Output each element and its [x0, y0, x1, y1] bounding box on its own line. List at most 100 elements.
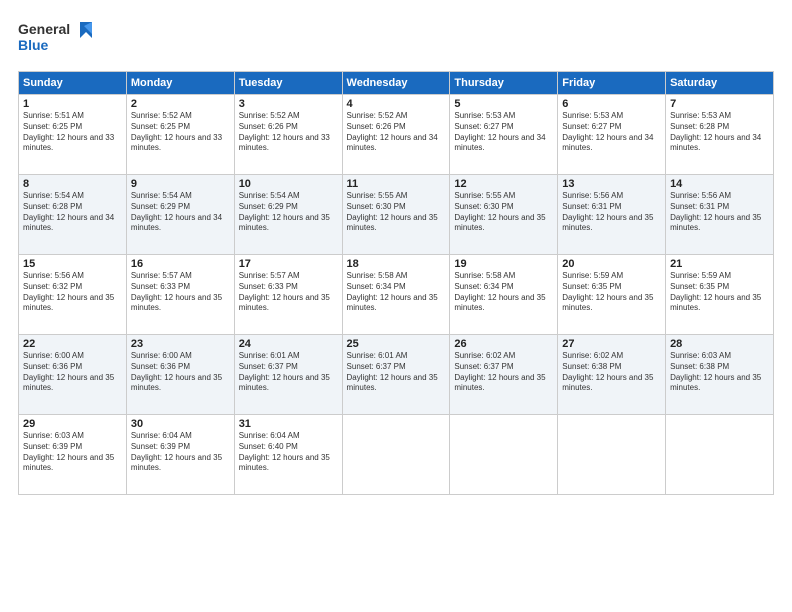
logo: General Blue	[18, 18, 108, 61]
day-cell: 20 Sunrise: 5:59 AM Sunset: 6:35 PM Dayl…	[558, 255, 666, 335]
cell-info: Sunrise: 6:02 AM Sunset: 6:37 PM Dayligh…	[454, 351, 553, 394]
day-cell	[558, 415, 666, 495]
day-number: 29	[23, 418, 122, 430]
cell-info: Sunrise: 5:52 AM Sunset: 6:26 PM Dayligh…	[347, 111, 446, 154]
day-number: 20	[562, 258, 661, 270]
day-number: 19	[454, 258, 553, 270]
day-number: 16	[131, 258, 230, 270]
svg-text:Blue: Blue	[18, 37, 49, 53]
day-cell: 23 Sunrise: 6:00 AM Sunset: 6:36 PM Dayl…	[126, 335, 234, 415]
day-cell: 30 Sunrise: 6:04 AM Sunset: 6:39 PM Dayl…	[126, 415, 234, 495]
svg-text:General: General	[18, 21, 70, 37]
cell-info: Sunrise: 5:58 AM Sunset: 6:34 PM Dayligh…	[347, 271, 446, 314]
cell-info: Sunrise: 5:57 AM Sunset: 6:33 PM Dayligh…	[239, 271, 338, 314]
day-cell: 22 Sunrise: 6:00 AM Sunset: 6:36 PM Dayl…	[19, 335, 127, 415]
day-cell: 27 Sunrise: 6:02 AM Sunset: 6:38 PM Dayl…	[558, 335, 666, 415]
header-cell-saturday: Saturday	[666, 72, 774, 95]
day-cell: 11 Sunrise: 5:55 AM Sunset: 6:30 PM Dayl…	[342, 175, 450, 255]
day-cell: 24 Sunrise: 6:01 AM Sunset: 6:37 PM Dayl…	[234, 335, 342, 415]
page-header: General Blue	[18, 18, 774, 61]
day-number: 1	[23, 98, 122, 110]
cell-info: Sunrise: 5:53 AM Sunset: 6:28 PM Dayligh…	[670, 111, 769, 154]
cell-info: Sunrise: 5:54 AM Sunset: 6:29 PM Dayligh…	[239, 191, 338, 234]
week-row-1: 1 Sunrise: 5:51 AM Sunset: 6:25 PM Dayli…	[19, 95, 774, 175]
cell-info: Sunrise: 5:55 AM Sunset: 6:30 PM Dayligh…	[347, 191, 446, 234]
day-number: 13	[562, 178, 661, 190]
cell-info: Sunrise: 5:56 AM Sunset: 6:31 PM Dayligh…	[670, 191, 769, 234]
day-number: 10	[239, 178, 338, 190]
day-cell: 17 Sunrise: 5:57 AM Sunset: 6:33 PM Dayl…	[234, 255, 342, 335]
day-number: 31	[239, 418, 338, 430]
cell-info: Sunrise: 6:01 AM Sunset: 6:37 PM Dayligh…	[239, 351, 338, 394]
cell-info: Sunrise: 6:00 AM Sunset: 6:36 PM Dayligh…	[131, 351, 230, 394]
week-row-3: 15 Sunrise: 5:56 AM Sunset: 6:32 PM Dayl…	[19, 255, 774, 335]
cell-info: Sunrise: 6:04 AM Sunset: 6:39 PM Dayligh…	[131, 431, 230, 474]
cell-info: Sunrise: 5:54 AM Sunset: 6:28 PM Dayligh…	[23, 191, 122, 234]
day-number: 15	[23, 258, 122, 270]
day-number: 5	[454, 98, 553, 110]
day-number: 30	[131, 418, 230, 430]
day-number: 24	[239, 338, 338, 350]
day-number: 26	[454, 338, 553, 350]
day-number: 14	[670, 178, 769, 190]
day-number: 6	[562, 98, 661, 110]
cell-info: Sunrise: 6:00 AM Sunset: 6:36 PM Dayligh…	[23, 351, 122, 394]
day-cell: 31 Sunrise: 6:04 AM Sunset: 6:40 PM Dayl…	[234, 415, 342, 495]
week-row-4: 22 Sunrise: 6:00 AM Sunset: 6:36 PM Dayl…	[19, 335, 774, 415]
cell-info: Sunrise: 6:04 AM Sunset: 6:40 PM Dayligh…	[239, 431, 338, 474]
cell-info: Sunrise: 6:02 AM Sunset: 6:38 PM Dayligh…	[562, 351, 661, 394]
calendar-header: SundayMondayTuesdayWednesdayThursdayFrid…	[19, 72, 774, 95]
day-number: 27	[562, 338, 661, 350]
logo-text: General Blue	[18, 18, 108, 61]
logo-svg: General Blue	[18, 18, 108, 56]
calendar-table: SundayMondayTuesdayWednesdayThursdayFrid…	[18, 71, 774, 495]
week-row-5: 29 Sunrise: 6:03 AM Sunset: 6:39 PM Dayl…	[19, 415, 774, 495]
day-number: 28	[670, 338, 769, 350]
day-cell: 26 Sunrise: 6:02 AM Sunset: 6:37 PM Dayl…	[450, 335, 558, 415]
cell-info: Sunrise: 5:52 AM Sunset: 6:26 PM Dayligh…	[239, 111, 338, 154]
cell-info: Sunrise: 6:01 AM Sunset: 6:37 PM Dayligh…	[347, 351, 446, 394]
day-cell: 2 Sunrise: 5:52 AM Sunset: 6:25 PM Dayli…	[126, 95, 234, 175]
header-cell-wednesday: Wednesday	[342, 72, 450, 95]
day-cell: 14 Sunrise: 5:56 AM Sunset: 6:31 PM Dayl…	[666, 175, 774, 255]
cell-info: Sunrise: 6:03 AM Sunset: 6:38 PM Dayligh…	[670, 351, 769, 394]
day-cell: 9 Sunrise: 5:54 AM Sunset: 6:29 PM Dayli…	[126, 175, 234, 255]
cell-info: Sunrise: 5:53 AM Sunset: 6:27 PM Dayligh…	[454, 111, 553, 154]
day-number: 7	[670, 98, 769, 110]
cell-info: Sunrise: 5:59 AM Sunset: 6:35 PM Dayligh…	[670, 271, 769, 314]
day-number: 9	[131, 178, 230, 190]
day-cell: 5 Sunrise: 5:53 AM Sunset: 6:27 PM Dayli…	[450, 95, 558, 175]
day-number: 25	[347, 338, 446, 350]
day-cell: 29 Sunrise: 6:03 AM Sunset: 6:39 PM Dayl…	[19, 415, 127, 495]
calendar-page: General Blue SundayMondayTuesdayWednesda…	[0, 0, 792, 612]
day-number: 8	[23, 178, 122, 190]
header-cell-sunday: Sunday	[19, 72, 127, 95]
calendar-body: 1 Sunrise: 5:51 AM Sunset: 6:25 PM Dayli…	[19, 95, 774, 495]
day-cell: 8 Sunrise: 5:54 AM Sunset: 6:28 PM Dayli…	[19, 175, 127, 255]
day-cell: 28 Sunrise: 6:03 AM Sunset: 6:38 PM Dayl…	[666, 335, 774, 415]
week-row-2: 8 Sunrise: 5:54 AM Sunset: 6:28 PM Dayli…	[19, 175, 774, 255]
cell-info: Sunrise: 5:57 AM Sunset: 6:33 PM Dayligh…	[131, 271, 230, 314]
day-cell	[666, 415, 774, 495]
day-number: 4	[347, 98, 446, 110]
header-row: SundayMondayTuesdayWednesdayThursdayFrid…	[19, 72, 774, 95]
day-cell: 3 Sunrise: 5:52 AM Sunset: 6:26 PM Dayli…	[234, 95, 342, 175]
cell-info: Sunrise: 5:53 AM Sunset: 6:27 PM Dayligh…	[562, 111, 661, 154]
day-cell: 19 Sunrise: 5:58 AM Sunset: 6:34 PM Dayl…	[450, 255, 558, 335]
cell-info: Sunrise: 5:59 AM Sunset: 6:35 PM Dayligh…	[562, 271, 661, 314]
header-cell-monday: Monday	[126, 72, 234, 95]
day-cell: 6 Sunrise: 5:53 AM Sunset: 6:27 PM Dayli…	[558, 95, 666, 175]
header-cell-friday: Friday	[558, 72, 666, 95]
day-number: 17	[239, 258, 338, 270]
day-number: 3	[239, 98, 338, 110]
day-number: 18	[347, 258, 446, 270]
day-cell: 15 Sunrise: 5:56 AM Sunset: 6:32 PM Dayl…	[19, 255, 127, 335]
cell-info: Sunrise: 6:03 AM Sunset: 6:39 PM Dayligh…	[23, 431, 122, 474]
cell-info: Sunrise: 5:58 AM Sunset: 6:34 PM Dayligh…	[454, 271, 553, 314]
day-number: 21	[670, 258, 769, 270]
cell-info: Sunrise: 5:52 AM Sunset: 6:25 PM Dayligh…	[131, 111, 230, 154]
day-cell: 10 Sunrise: 5:54 AM Sunset: 6:29 PM Dayl…	[234, 175, 342, 255]
day-cell	[450, 415, 558, 495]
day-cell: 7 Sunrise: 5:53 AM Sunset: 6:28 PM Dayli…	[666, 95, 774, 175]
header-cell-tuesday: Tuesday	[234, 72, 342, 95]
